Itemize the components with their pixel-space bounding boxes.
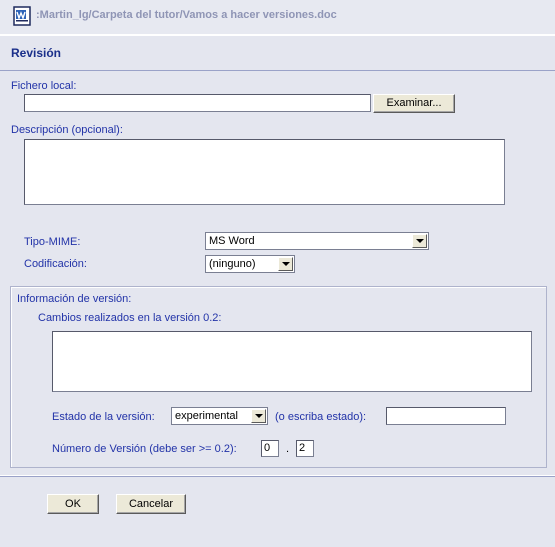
version-state-select[interactable]: experimental [171, 407, 268, 425]
chevron-down-icon[interactable] [412, 234, 427, 248]
mime-type-label: Tipo-MIME: [24, 236, 81, 248]
cancel-button[interactable]: Cancelar [116, 494, 186, 514]
state-write-input[interactable] [386, 407, 506, 425]
ok-button[interactable]: OK [47, 494, 99, 514]
local-file-label: Fichero local: [11, 80, 77, 92]
mime-type-value: MS Word [209, 235, 255, 247]
version-state-label: Estado de la versión: [52, 411, 155, 423]
document-path-title: :Martin_lg/Carpeta del tutor/Vamos a hac… [36, 9, 337, 21]
version-minor-input[interactable]: 2 [296, 440, 314, 457]
section-title: Revisión [11, 46, 62, 60]
changes-textarea[interactable] [52, 331, 532, 392]
encoding-label: Codificación: [24, 258, 87, 270]
browse-button[interactable]: Examinar... [373, 94, 455, 113]
word-document-icon [13, 6, 31, 26]
encoding-select[interactable]: (ninguno) [205, 255, 295, 273]
changes-label: Cambios realizados en la versión 0.2: [38, 312, 222, 324]
version-info-legend: Información de versión: [17, 293, 132, 305]
chevron-down-icon[interactable] [278, 257, 293, 271]
version-major-input[interactable]: 0 [261, 440, 279, 457]
version-number-label: Número de Versión (debe ser >= 0.2): [52, 443, 237, 455]
encoding-value: (ninguno) [209, 258, 256, 270]
version-dot: . [286, 443, 290, 455]
description-textarea[interactable] [24, 139, 505, 205]
state-write-label: (o escriba estado): [275, 411, 367, 423]
description-label: Descripción (opcional): [11, 124, 123, 136]
local-file-input[interactable] [24, 94, 371, 112]
mime-type-select[interactable]: MS Word [205, 232, 429, 250]
chevron-down-icon[interactable] [251, 409, 266, 423]
section-header [0, 36, 555, 70]
version-state-value: experimental [175, 410, 238, 422]
